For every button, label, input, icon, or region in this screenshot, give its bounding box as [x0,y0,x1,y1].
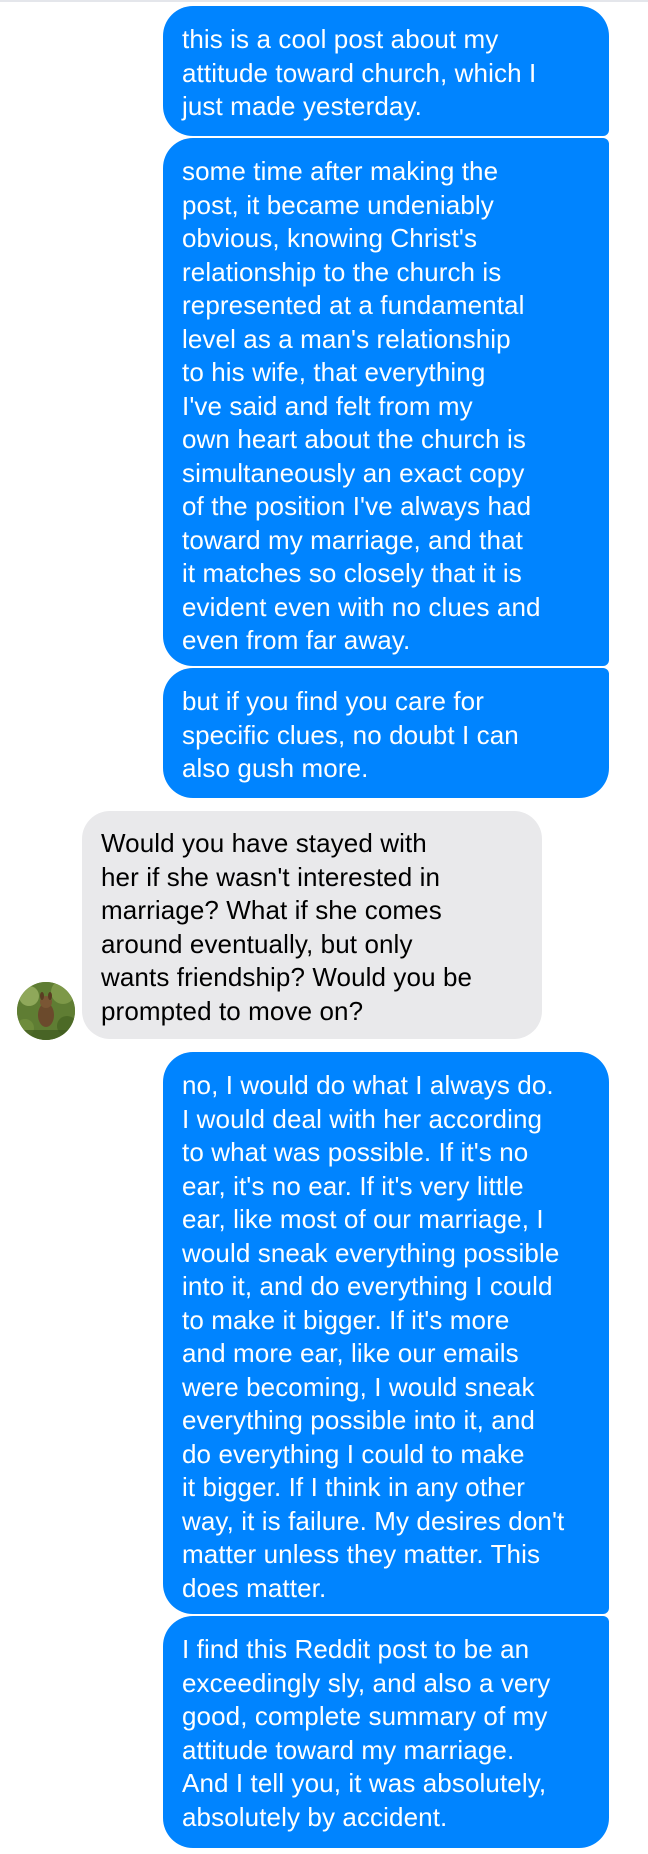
message-bubble-outgoing[interactable]: but if you find you care for specific cl… [163,668,609,798]
message-bubble-incoming[interactable]: Would you have stayed with her if she wa… [82,811,542,1039]
message-bubble-outgoing[interactable]: no, I would do what I always do. I would… [163,1052,609,1614]
top-divider [0,0,648,2]
message-bubble-outgoing[interactable]: I find this Reddit post to be an exceedi… [163,1616,609,1848]
message-bubble-outgoing[interactable]: some time after making the post, it beca… [163,138,609,666]
contact-avatar[interactable] [17,982,75,1040]
avatar-photo-icon [17,982,75,1040]
message-bubble-outgoing[interactable]: this is a cool post about my attitude to… [163,6,609,136]
